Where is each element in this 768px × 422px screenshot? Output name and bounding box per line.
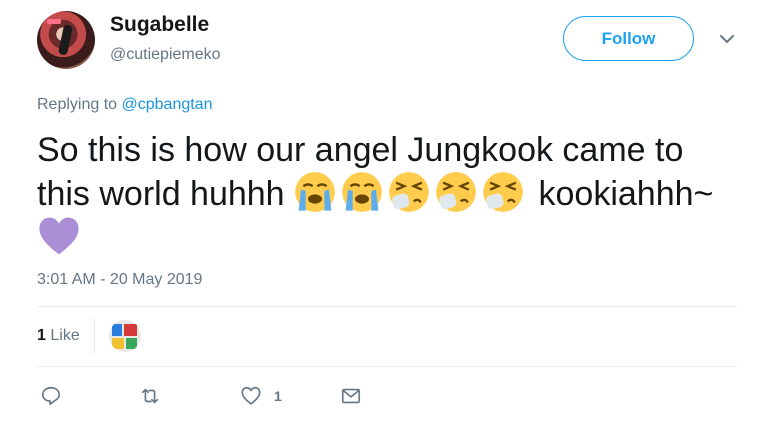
tweet-text: So this is how our angel Jungkook came t… bbox=[37, 129, 737, 257]
divider-bottom bbox=[37, 366, 737, 367]
user-handle[interactable]: @cutiepiemeko bbox=[110, 46, 221, 64]
heart-outline-icon bbox=[241, 386, 261, 405]
likes-divider bbox=[94, 318, 95, 354]
likes-number: 1 bbox=[37, 327, 46, 344]
avatar-neon-sign bbox=[47, 19, 61, 24]
like-action-count: 1 bbox=[274, 388, 282, 404]
profile-avatar[interactable] bbox=[37, 11, 95, 69]
reply-icon bbox=[41, 386, 61, 406]
liker-avatar-block bbox=[112, 324, 122, 336]
liker-avatar-block bbox=[124, 324, 137, 336]
likes-count[interactable]: 1 Like bbox=[37, 327, 80, 345]
chevron-down-icon[interactable] bbox=[717, 32, 737, 46]
sneezing-face-icon bbox=[389, 172, 429, 212]
tweet-text-line1: So this is how our angel Jungkook came t… bbox=[37, 131, 684, 169]
sneezing-face-icon bbox=[483, 172, 523, 212]
follow-button[interactable]: Follow bbox=[563, 16, 694, 61]
tweet-text-end: kookiahhh~ bbox=[538, 175, 714, 213]
liker-avatar-block bbox=[126, 338, 137, 349]
envelope-icon bbox=[341, 388, 361, 404]
likes-label: Like bbox=[50, 327, 80, 344]
tweet-text-line2: this world huhhh bbox=[37, 175, 285, 213]
retweet-button[interactable] bbox=[139, 384, 161, 408]
avatar-figure bbox=[57, 24, 74, 56]
like-button[interactable]: 1 bbox=[240, 384, 282, 408]
replying-prefix: Replying to bbox=[37, 96, 118, 113]
liker-avatar-block bbox=[112, 338, 124, 349]
replying-to: Replying to @cpbangtan bbox=[37, 96, 212, 114]
divider-top bbox=[37, 306, 737, 307]
direct-message-button[interactable] bbox=[340, 384, 362, 408]
sneezing-face-icon bbox=[436, 172, 476, 212]
retweet-icon bbox=[141, 388, 159, 404]
reply-mention-link[interactable]: @cpbangtan bbox=[122, 96, 213, 113]
liker-avatar[interactable] bbox=[109, 320, 141, 352]
loudly-crying-face-icon bbox=[342, 172, 382, 212]
loudly-crying-face-icon bbox=[295, 172, 335, 212]
display-name[interactable]: Sugabelle bbox=[110, 13, 209, 37]
reply-button[interactable] bbox=[40, 384, 62, 408]
purple-heart-icon bbox=[39, 217, 79, 255]
tweet-timestamp[interactable]: 3:01 AM - 20 May 2019 bbox=[37, 271, 202, 289]
